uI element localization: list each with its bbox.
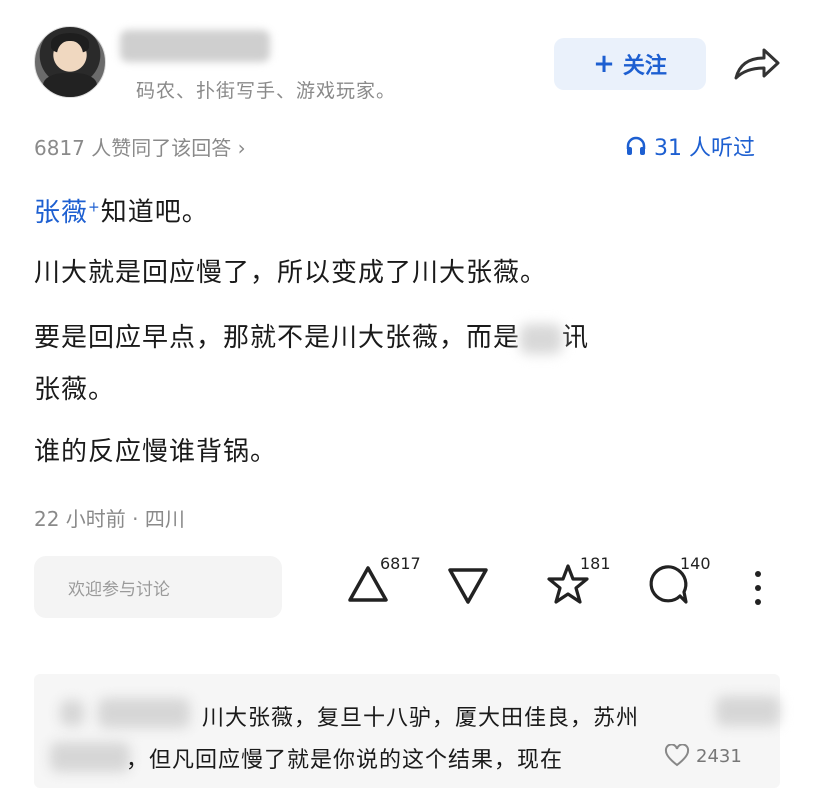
favorite-count: 181 (580, 554, 611, 573)
reply-like-count: 2431 (696, 745, 742, 767)
heart-icon (664, 744, 690, 767)
share-icon[interactable] (732, 44, 782, 84)
comment-button[interactable]: 140 (644, 554, 711, 608)
more-icon[interactable] (748, 568, 768, 608)
reply-like[interactable]: 2431 (664, 744, 742, 768)
follow-label: 关注 (622, 54, 667, 79)
listen-count[interactable]: 31 人听过 (624, 130, 755, 162)
blurred-text (520, 323, 563, 354)
reply-name-blurred (98, 698, 190, 728)
headphones-icon (626, 136, 646, 155)
listen-text: 31 人听过 (654, 136, 755, 161)
mention-link[interactable]: 张薇+ (34, 198, 101, 228)
reply-blur-end (716, 696, 780, 726)
plus-icon: + (593, 49, 615, 79)
upvote-count: 6817 (380, 554, 421, 573)
answer-line-3: 要是回应早点，那就不是川大张薇，而是讯 (34, 323, 590, 354)
comment-count: 140 (680, 554, 711, 573)
reply-line-2: ，但凡回应慢了就是你说的这个结果，现在 (126, 748, 564, 773)
follow-button[interactable]: + 关注 (554, 38, 706, 90)
reply-avatar-blurred (60, 700, 84, 726)
favorite-button[interactable]: 181 (544, 554, 611, 608)
answer-meta: 22 小时前 · 四川 (34, 507, 185, 531)
answer-line-2: 川大就是回应慢了，所以变成了川大张薇。 (34, 258, 548, 288)
answer-line-5: 谁的反应慢谁背锅。 (34, 437, 278, 467)
reply-line-1: 川大张薇，复旦十八驴，厦大田佳良，苏州 (202, 706, 640, 731)
author-name-blurred[interactable] (120, 30, 270, 62)
reply-blur-start (50, 742, 130, 772)
agree-count[interactable]: 6817 人赞同了该回答 › (34, 132, 246, 161)
author-bio: 码农、扑街写手、游戏玩家。 (136, 80, 397, 102)
answer-line-1: 张薇+知道吧。 (34, 197, 209, 228)
upvote-button[interactable]: 6817 (344, 554, 421, 608)
comment-input[interactable]: 欢迎参与讨论 (34, 556, 282, 618)
avatar[interactable] (34, 26, 106, 98)
downvote-icon (448, 568, 488, 604)
downvote-button[interactable] (444, 562, 492, 610)
answer-line-4: 张薇。 (34, 375, 116, 405)
